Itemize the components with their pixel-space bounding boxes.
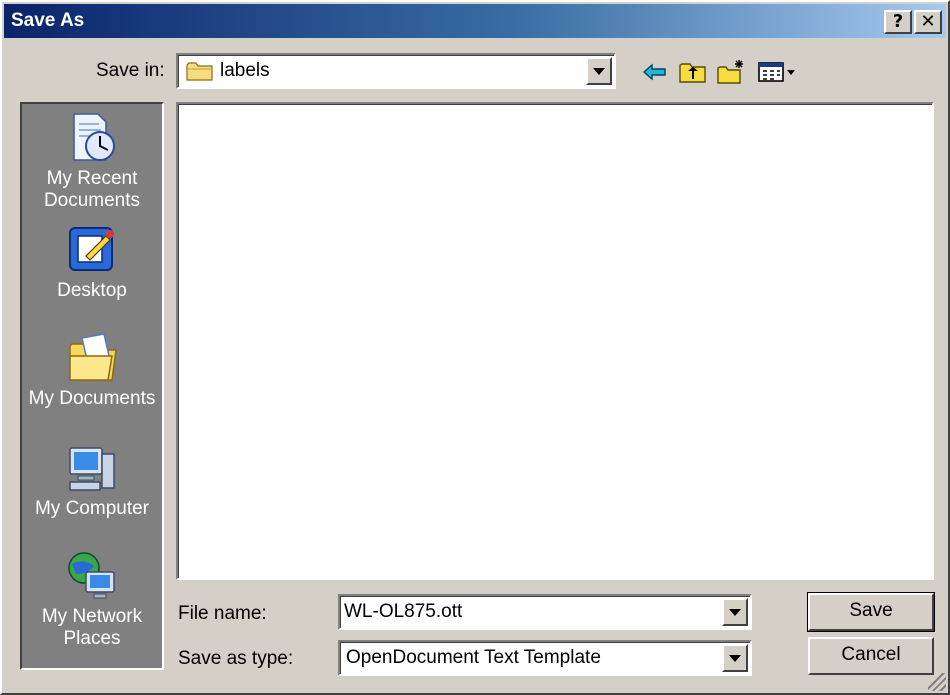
place-label: My Documents — [28, 388, 156, 409]
cancel-button[interactable]: Cancel — [808, 637, 934, 675]
back-arrow-icon[interactable] — [640, 58, 670, 86]
places-bar: My Recent Documents Desktop My Documents… — [20, 102, 164, 670]
save-as-type-dropdown[interactable]: OpenDocument Text Template — [338, 640, 752, 676]
my-computer-icon — [64, 440, 120, 496]
window-title: Save As — [11, 10, 85, 31]
file-list[interactable] — [176, 102, 934, 580]
save-in-dropdown-arrow[interactable] — [586, 57, 612, 85]
resize-grip[interactable] — [928, 673, 946, 691]
save-in-value: labels — [220, 60, 270, 81]
save-button[interactable]: Save — [807, 592, 935, 632]
my-documents-icon — [64, 330, 120, 386]
title-bar[interactable]: Save As ? ✕ — [4, 4, 946, 38]
place-my-documents[interactable]: My Documents — [22, 330, 162, 410]
place-my-computer[interactable]: My Computer — [22, 440, 162, 520]
network-places-icon — [64, 548, 120, 604]
help-button[interactable]: ? — [884, 10, 912, 34]
desktop-icon — [64, 222, 120, 278]
up-folder-icon[interactable] — [678, 58, 708, 86]
place-label: My Computer — [34, 498, 150, 519]
file-name-label: File name: — [178, 603, 267, 624]
place-label: My Network Places — [41, 606, 143, 649]
save-as-type-value: OpenDocument Text Template — [346, 647, 601, 668]
save-in-label: Save in: — [96, 60, 165, 81]
save-as-dialog: Save As ? ✕ Save in: labels My Recent Do… — [0, 0, 950, 695]
place-label: Desktop — [57, 280, 127, 301]
view-menu-icon[interactable] — [756, 58, 798, 86]
close-button[interactable]: ✕ — [914, 10, 942, 34]
save-as-type-dropdown-arrow[interactable] — [722, 644, 748, 672]
folder-icon — [186, 60, 214, 82]
save-as-type-label: Save as type: — [178, 648, 294, 669]
place-my-network-places[interactable]: My Network Places — [22, 548, 162, 650]
file-name-value: WL-OL875.ott — [344, 601, 463, 622]
new-folder-icon[interactable] — [716, 58, 746, 86]
file-name-input[interactable]: WL-OL875.ott — [338, 594, 752, 630]
place-desktop[interactable]: Desktop — [22, 222, 162, 302]
recent-documents-icon — [64, 110, 120, 166]
file-name-dropdown-arrow[interactable] — [722, 598, 748, 626]
save-in-dropdown[interactable]: labels — [176, 53, 616, 89]
place-label: My Recent Documents — [43, 168, 141, 211]
place-my-recent-documents[interactable]: My Recent Documents — [22, 110, 162, 212]
